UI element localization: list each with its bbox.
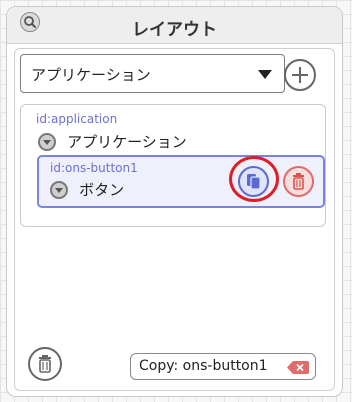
title-bar: レイアウト <box>7 7 342 44</box>
button-node-row: ボタン <box>50 179 124 200</box>
clear-clipboard-icon[interactable] <box>287 361 309 374</box>
button-node[interactable]: id:ons-button1 ボタン <box>37 155 325 208</box>
dropdown-caret-icon <box>258 70 272 79</box>
clipboard-text: Copy: ons-button1 <box>139 358 268 374</box>
add-button[interactable] <box>284 59 316 91</box>
button-node-id: id:ons-button1 <box>50 161 138 175</box>
application-node[interactable]: アプリケーション <box>38 131 187 152</box>
component-select[interactable]: アプリケーション <box>20 54 285 93</box>
panel-title: レイアウト <box>132 20 217 40</box>
copy-icon <box>247 174 261 190</box>
trash-icon <box>39 355 51 373</box>
clipboard-field: Copy: ons-button1 <box>130 353 316 380</box>
collapse-toggle-icon[interactable] <box>50 180 68 199</box>
select-value: アプリケーション <box>31 66 151 84</box>
plus-icon <box>292 67 308 83</box>
collapse-toggle-icon[interactable] <box>38 132 56 151</box>
trash-button[interactable] <box>28 347 62 381</box>
copy-button[interactable] <box>238 166 269 197</box>
application-node-label: アプリケーション <box>67 133 187 151</box>
delete-node-button[interactable] <box>283 166 314 197</box>
trash-icon <box>293 173 304 190</box>
application-node-id: id:application <box>36 112 118 126</box>
button-node-label: ボタン <box>79 181 125 199</box>
